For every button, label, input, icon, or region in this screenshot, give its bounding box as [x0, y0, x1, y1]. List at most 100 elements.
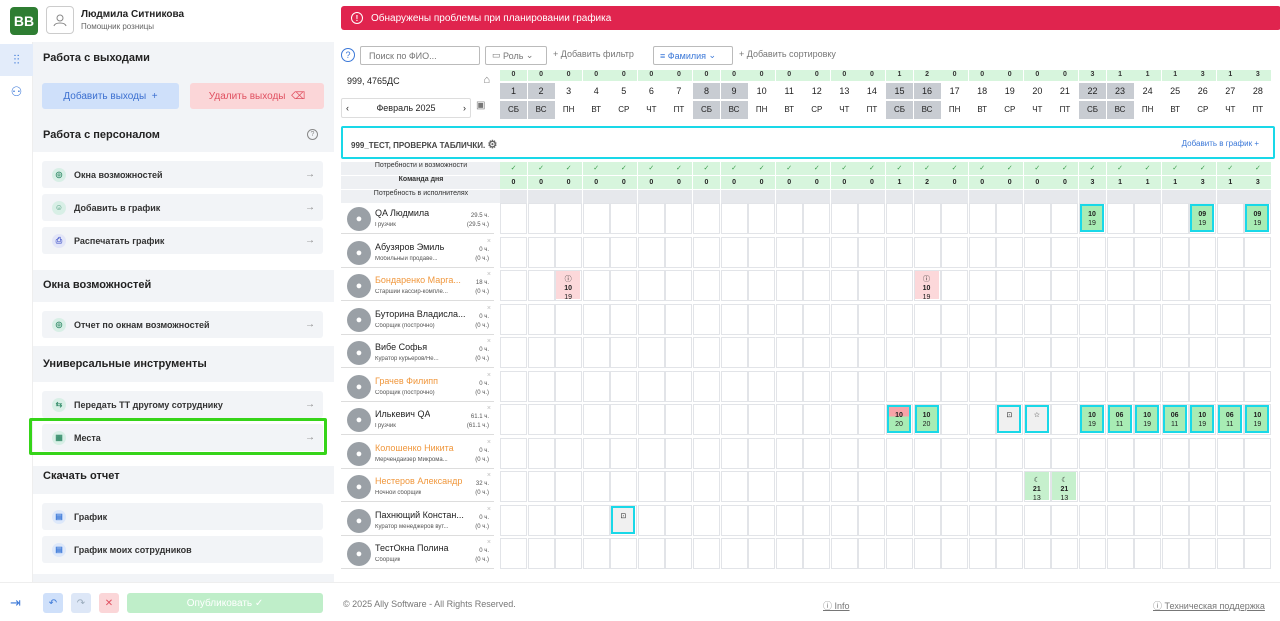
schedule-cell[interactable]	[885, 437, 913, 469]
search-input[interactable]	[360, 46, 480, 65]
schedule-cell[interactable]	[582, 471, 610, 502]
schedule-cell[interactable]	[1051, 270, 1079, 301]
shift-block[interactable]: 10 19	[1079, 204, 1104, 232]
schedule-cell[interactable]	[830, 370, 858, 402]
schedule-cell[interactable]	[582, 270, 610, 301]
schedule-cell[interactable]	[858, 437, 886, 469]
schedule-cell[interactable]	[1023, 337, 1051, 368]
schedule-cell[interactable]	[913, 203, 941, 234]
schedule-cell[interactable]	[968, 270, 996, 301]
schedule-cell[interactable]	[941, 203, 969, 234]
schedule-cell[interactable]	[830, 504, 858, 536]
schedule-cell[interactable]	[1244, 303, 1272, 335]
schedule-cell[interactable]	[692, 471, 720, 502]
schedule-cell[interactable]	[1051, 370, 1079, 402]
schedule-cell[interactable]	[500, 404, 527, 435]
day-column[interactable]: 0 8 СБ	[692, 70, 720, 120]
month-picker[interactable]: ‹ Февраль 2025 ›	[341, 98, 471, 118]
day-column[interactable]: 0 9 ВС	[720, 70, 748, 120]
logout-icon[interactable]: ⇥	[10, 595, 21, 611]
schedule-cell[interactable]	[803, 538, 831, 569]
schedule-cell[interactable]	[885, 270, 913, 301]
schedule-cell[interactable]	[775, 370, 803, 402]
schedule-cell[interactable]	[1106, 370, 1134, 402]
schedule-cell[interactable]	[748, 437, 776, 469]
schedule-cell[interactable]	[1189, 236, 1217, 268]
day-column[interactable]: 1 23 ВС	[1106, 70, 1134, 120]
schedule-cell[interactable]	[720, 303, 748, 335]
schedule-cell[interactable]	[748, 270, 776, 301]
schedule-cell[interactable]	[1189, 337, 1217, 368]
schedule-cell[interactable]	[637, 303, 665, 335]
shift-block[interactable]: 10 20	[914, 405, 939, 433]
schedule-cell[interactable]	[610, 538, 638, 569]
schedule-cell[interactable]	[1189, 270, 1217, 301]
schedule-cell[interactable]	[885, 203, 913, 234]
schedule-cell[interactable]	[1189, 471, 1217, 502]
schedule-cell[interactable]	[913, 538, 941, 569]
employee-card[interactable]: ● Бондаренко Марга... Старший кассир-компл…	[341, 270, 494, 301]
schedule-cell[interactable]	[500, 370, 527, 402]
schedule-cell[interactable]	[610, 303, 638, 335]
day-column[interactable]: 0 17 ПН	[941, 70, 969, 120]
schedule-cell[interactable]	[830, 437, 858, 469]
schedule-cell[interactable]	[885, 538, 913, 569]
schedule-cell[interactable]	[748, 236, 776, 268]
schedule-cell[interactable]	[527, 236, 555, 268]
schedule-cell[interactable]	[527, 337, 555, 368]
schedule-cell[interactable]	[830, 404, 858, 435]
schedule-cell[interactable]	[1023, 270, 1051, 301]
schedule-cell[interactable]	[637, 538, 665, 569]
employee-card[interactable]: ● QA Людмила Грузчик 29.5 ч. (29.5 ч.)	[341, 203, 494, 234]
schedule-cell[interactable]	[1216, 437, 1244, 469]
schedule-cell[interactable]	[858, 471, 886, 502]
schedule-cell[interactable]	[555, 203, 583, 234]
schedule-cell[interactable]	[803, 337, 831, 368]
employee-card[interactable]: ● Нестеров Александр Ночной сборщик 32 ч. (0…	[341, 471, 494, 502]
employee-card[interactable]: ● Абузяров Эмиль Мобильный продаве... 0 ч. (…	[341, 236, 494, 268]
schedule-cell[interactable]	[1106, 236, 1134, 268]
schedule-cell[interactable]	[803, 370, 831, 402]
cancel-button[interactable]: ✕	[99, 593, 119, 613]
day-column[interactable]: 3 22 СБ	[1078, 70, 1106, 120]
schedule-cell[interactable]	[720, 538, 748, 569]
schedule-cell[interactable]	[582, 437, 610, 469]
schedule-cell[interactable]	[500, 471, 527, 502]
schedule-cell[interactable]	[1134, 437, 1162, 469]
remove-icon[interactable]: ×	[487, 439, 491, 446]
schedule-cell[interactable]	[830, 203, 858, 234]
shift-block[interactable]: 09 19	[1190, 204, 1215, 232]
schedule-cell[interactable]	[637, 203, 665, 234]
schedule-cell[interactable]	[610, 437, 638, 469]
shift-block[interactable]: ⊡	[997, 405, 1022, 433]
schedule-cell[interactable]	[582, 303, 610, 335]
schedule-cell[interactable]	[885, 370, 913, 402]
shift-block[interactable]: 10 19	[1079, 405, 1104, 433]
schedule-cell[interactable]	[637, 504, 665, 536]
schedule-cell[interactable]	[1161, 437, 1189, 469]
schedule-cell[interactable]	[1161, 337, 1189, 368]
schedule-cell[interactable]	[637, 437, 665, 469]
shift-block[interactable]: 06 11	[1162, 405, 1187, 433]
schedule-cell[interactable]	[1216, 538, 1244, 569]
schedule-cell[interactable]	[803, 437, 831, 469]
schedule-cell[interactable]	[610, 471, 638, 502]
remove-icon[interactable]: ×	[487, 238, 491, 245]
employee-name[interactable]: Пахнющий Констан...	[375, 510, 464, 520]
schedule-cell[interactable]	[692, 404, 720, 435]
schedule-cell[interactable]	[1189, 538, 1217, 569]
schedule-cell[interactable]	[582, 370, 610, 402]
day-column[interactable]: 0 10 ПН	[748, 70, 776, 120]
schedule-cell[interactable]	[775, 303, 803, 335]
employee-name[interactable]: Нестеров Александр	[375, 476, 462, 486]
schedule-cell[interactable]	[748, 538, 776, 569]
shift-block[interactable]: ☾ 21 13	[1024, 472, 1049, 502]
schedule-cell[interactable]	[665, 337, 693, 368]
schedule-cell[interactable]	[1134, 203, 1162, 234]
schedule-cell[interactable]	[582, 236, 610, 268]
schedule-cell[interactable]	[500, 538, 527, 569]
schedule-cell[interactable]	[748, 370, 776, 402]
schedule-cell[interactable]	[996, 203, 1024, 234]
shift-block[interactable]: ☆	[1024, 405, 1049, 433]
schedule-cell[interactable]	[775, 337, 803, 368]
